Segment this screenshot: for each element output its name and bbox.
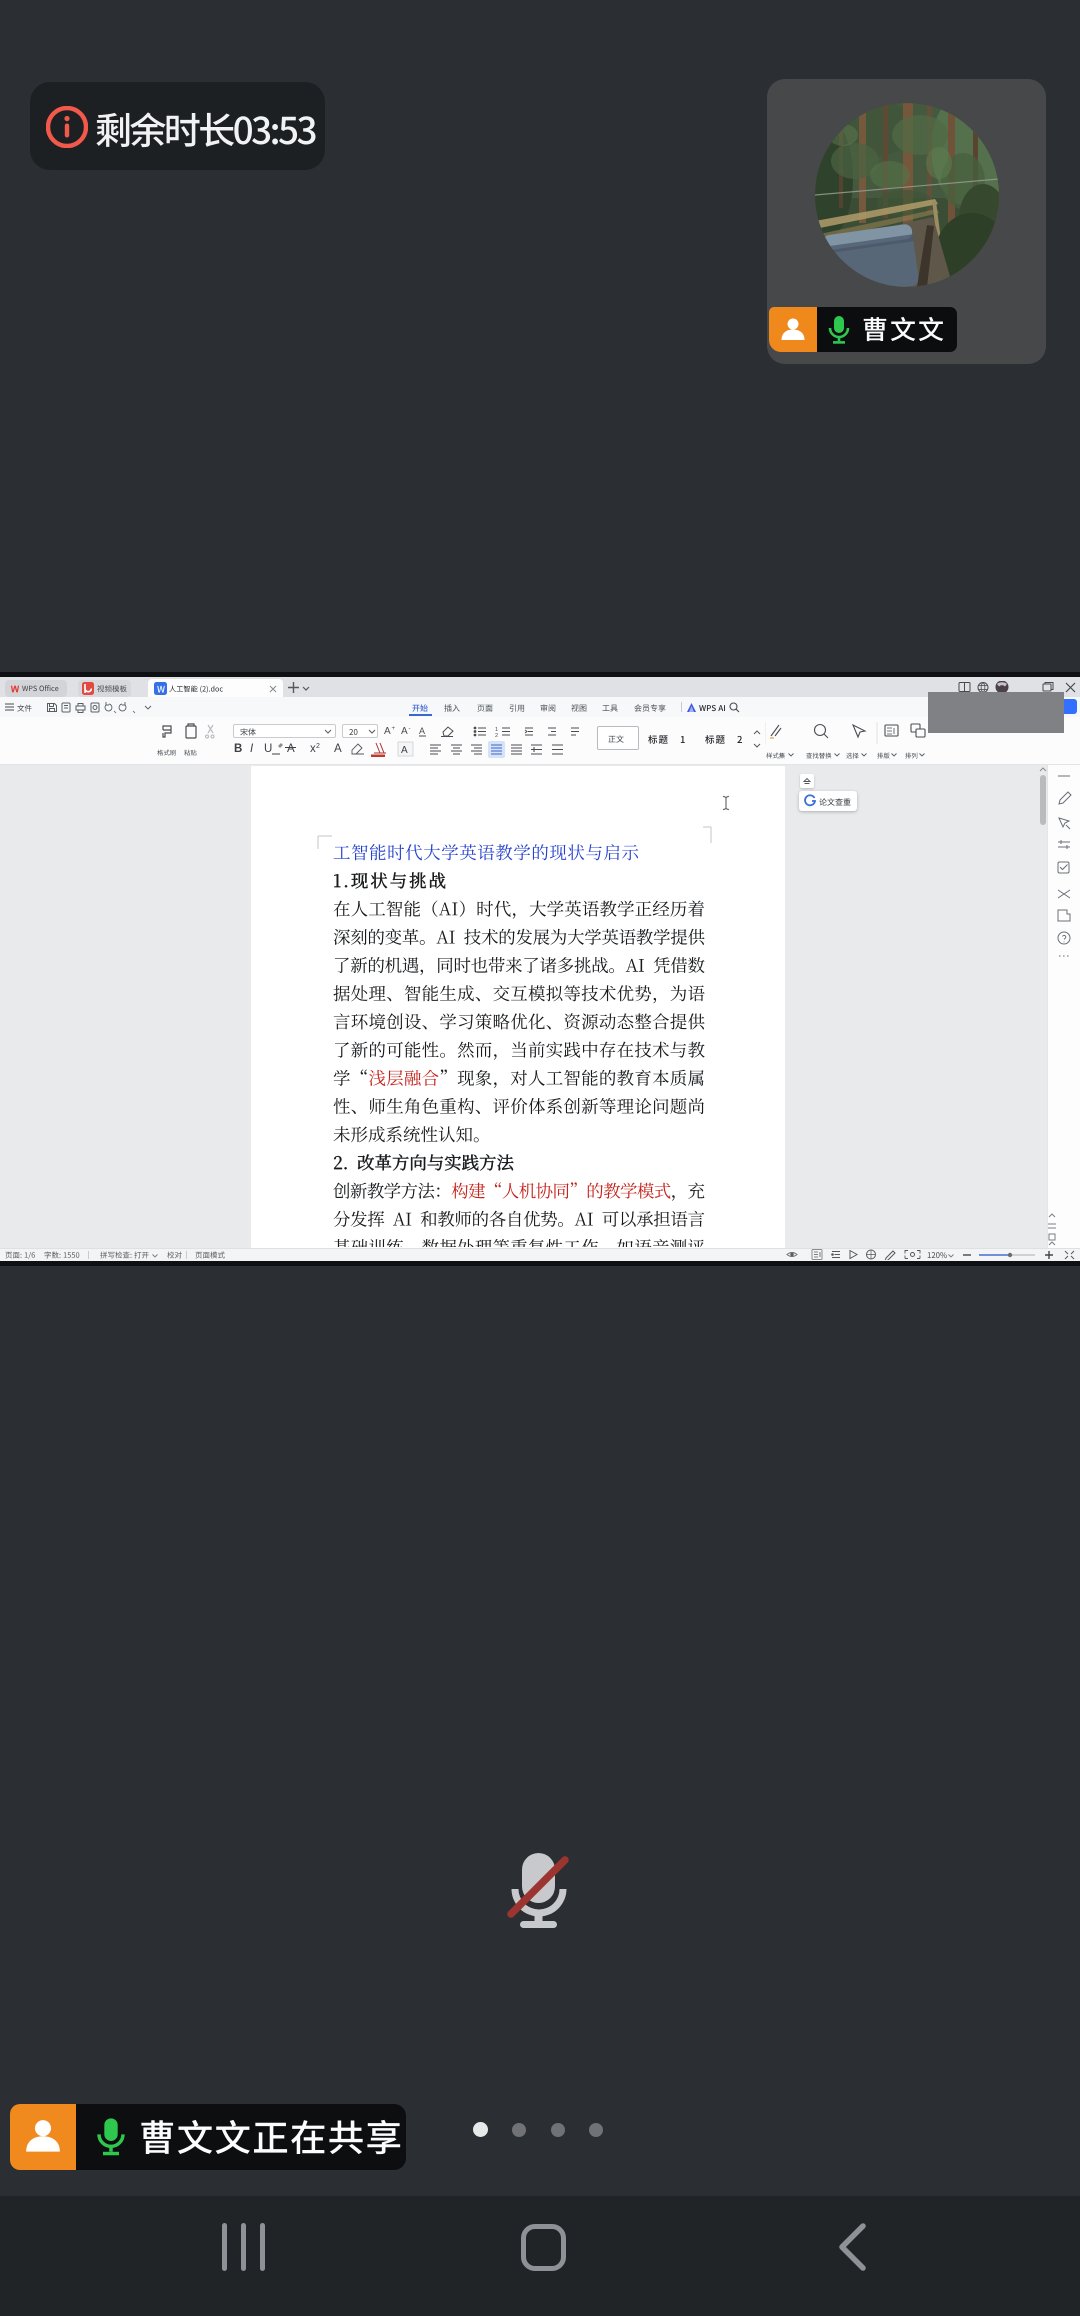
svg-text:B: B — [234, 743, 242, 755]
svg-text:A: A — [334, 743, 342, 755]
svg-text:2: 2 — [495, 733, 498, 739]
svg-text:A: A — [401, 726, 408, 737]
svg-text:+: + — [392, 726, 396, 732]
svg-text:A: A — [419, 726, 425, 736]
svg-text:I: I — [250, 743, 254, 755]
svg-text:2: 2 — [316, 743, 320, 750]
svg-text:A: A — [384, 726, 391, 737]
svg-text:-: - — [409, 726, 411, 732]
svg-text:A: A — [287, 743, 295, 755]
svg-text:U: U — [264, 743, 272, 755]
svg-text:A: A — [401, 745, 408, 756]
